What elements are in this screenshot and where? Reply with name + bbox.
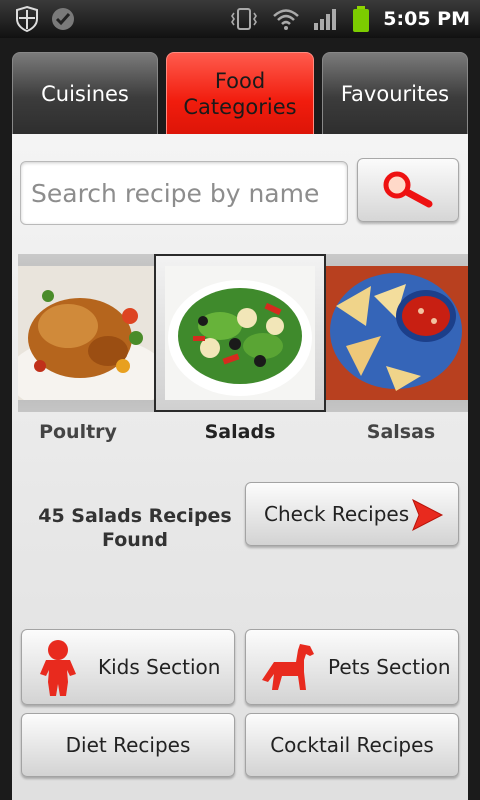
cocktail-recipes-button[interactable]: Cocktail Recipes bbox=[245, 713, 459, 777]
salsas-image[interactable] bbox=[326, 266, 468, 400]
check-circle-icon bbox=[52, 8, 74, 30]
battery-icon bbox=[353, 6, 370, 32]
tab-food-categories-label: Food Categories bbox=[183, 68, 297, 119]
tab-food-categories[interactable]: Food Categories bbox=[166, 52, 314, 134]
salads-image[interactable] bbox=[154, 254, 326, 412]
category-label-poultry[interactable]: Poultry bbox=[8, 421, 148, 443]
category-label-salsas[interactable]: Salsas bbox=[331, 421, 471, 443]
tab-bar: Cuisines Food Categories Favourites bbox=[0, 38, 480, 134]
poultry-image[interactable] bbox=[18, 266, 154, 400]
signal-icon bbox=[314, 9, 337, 30]
kids-section-label: Kids Section bbox=[98, 655, 221, 679]
category-carousel[interactable] bbox=[18, 254, 468, 412]
magnifier-icon bbox=[383, 171, 433, 208]
status-time: 5:05 PM bbox=[383, 8, 470, 30]
category-label-salads[interactable]: Salads bbox=[170, 421, 310, 443]
diet-recipes-button[interactable]: Diet Recipes bbox=[21, 713, 235, 777]
check-recipes-button[interactable]: Check Recipes bbox=[245, 482, 459, 546]
main-content: Poultry Salads Salsas 45 Salads Recipes … bbox=[12, 134, 468, 800]
tab-favourites-label: Favourites bbox=[340, 81, 450, 106]
play-arrow-icon bbox=[412, 498, 444, 532]
tab-favourites[interactable]: Favourites bbox=[322, 52, 468, 134]
tab-cuisines[interactable]: Cuisines bbox=[12, 52, 158, 134]
wifi-icon bbox=[273, 9, 300, 30]
vibrate-icon bbox=[231, 8, 258, 30]
dog-icon bbox=[262, 644, 314, 690]
search-input[interactable] bbox=[20, 161, 348, 225]
kid-icon bbox=[40, 640, 76, 696]
shield-icon bbox=[16, 5, 38, 33]
tab-cuisines-label: Cuisines bbox=[41, 81, 129, 106]
app-container: Cuisines Food Categories Favourites Sear… bbox=[0, 38, 480, 800]
pets-section-button[interactable]: Pets Section bbox=[245, 629, 459, 705]
pets-section-label: Pets Section bbox=[328, 655, 451, 679]
results-count-text: 45 Salads Recipes Found bbox=[38, 505, 232, 551]
status-bar: 5:05 PM bbox=[0, 0, 480, 38]
kids-section-button[interactable]: Kids Section bbox=[21, 629, 235, 705]
diet-recipes-label: Diet Recipes bbox=[65, 733, 191, 757]
search-button[interactable] bbox=[357, 158, 459, 222]
cocktail-recipes-label: Cocktail Recipes bbox=[270, 733, 434, 757]
check-recipes-label: Check Recipes bbox=[264, 502, 410, 526]
